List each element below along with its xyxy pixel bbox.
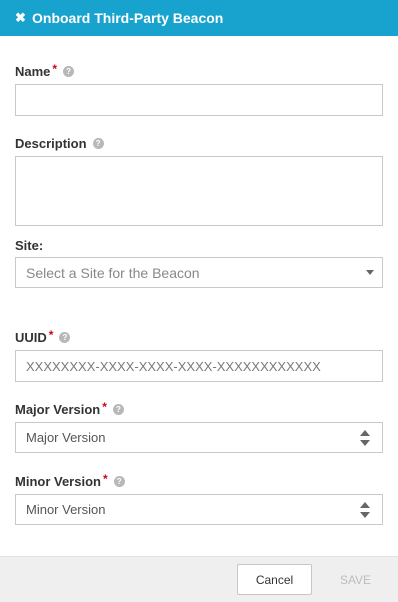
dialog-title: Onboard Third-Party Beacon — [32, 10, 224, 26]
minor-version-label: Minor Version — [15, 473, 101, 489]
site-select-placeholder: Select a Site for the Beacon — [26, 264, 200, 281]
name-label: Name — [15, 63, 51, 79]
description-label: Description — [15, 135, 87, 151]
name-input[interactable] — [15, 84, 383, 116]
dialog-footer: Cancel SAVE — [0, 556, 398, 602]
arrow-down-icon[interactable] — [360, 440, 370, 446]
required-marker: * — [52, 62, 58, 76]
help-icon[interactable]: ? — [59, 331, 71, 343]
minor-version-placeholder: Minor Version — [26, 502, 106, 517]
caret-down-icon — [366, 270, 374, 275]
uuid-input[interactable] — [15, 350, 383, 382]
arrow-up-icon[interactable] — [360, 502, 370, 508]
help-icon[interactable]: ? — [92, 137, 104, 149]
save-button[interactable]: SAVE — [318, 564, 393, 595]
minor-version-label-row: Minor Version * ? — [15, 472, 125, 489]
arrow-down-icon[interactable] — [360, 512, 370, 518]
required-marker: * — [48, 328, 54, 342]
major-version-stepper[interactable]: Major Version — [15, 422, 383, 453]
cancel-button[interactable]: Cancel — [237, 564, 312, 595]
major-version-label-row: Major Version * ? — [15, 400, 124, 417]
help-icon[interactable]: ? — [112, 403, 124, 415]
required-marker: * — [102, 400, 107, 414]
description-textarea[interactable] — [15, 156, 383, 226]
spinner-arrows-icon[interactable] — [360, 430, 370, 446]
major-version-placeholder: Major Version — [26, 430, 106, 445]
close-icon[interactable]: ✖ — [15, 10, 29, 26]
description-label-row: Description ? — [15, 135, 104, 151]
help-icon[interactable]: ? — [63, 65, 75, 77]
site-select[interactable]: Select a Site for the Beacon — [15, 257, 383, 288]
arrow-up-icon[interactable] — [360, 430, 370, 436]
minor-version-stepper[interactable]: Minor Version — [15, 494, 383, 525]
required-marker: * — [102, 472, 108, 486]
name-label-row: Name * ? — [15, 62, 75, 79]
site-label: Site: — [15, 237, 44, 253]
dialog-header: ✖ Onboard Third-Party Beacon — [0, 0, 398, 36]
uuid-label: UUID — [15, 329, 47, 345]
site-label-row: Site: — [15, 237, 43, 253]
major-version-label: Major Version — [15, 401, 101, 417]
uuid-label-row: UUID * ? — [15, 328, 71, 345]
help-icon[interactable]: ? — [113, 475, 125, 487]
spinner-arrows-icon[interactable] — [360, 502, 370, 518]
